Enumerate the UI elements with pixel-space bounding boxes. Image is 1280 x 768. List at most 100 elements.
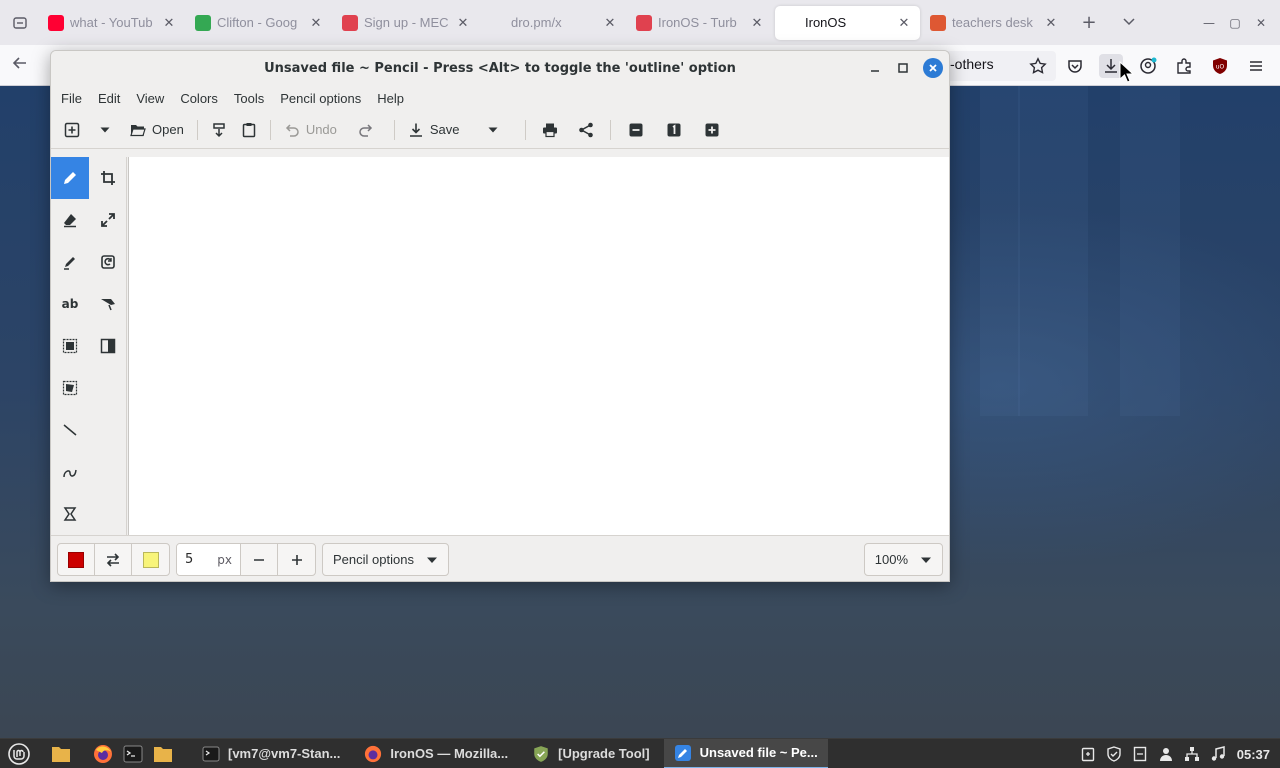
pencil-options-dropdown[interactable]: Pencil options [322, 543, 449, 576]
main-color-button[interactable] [58, 544, 95, 575]
extensions-button[interactable] [1172, 54, 1196, 78]
new-menu-button[interactable] [87, 115, 123, 145]
close-button[interactable] [923, 58, 943, 78]
secondary-color-button[interactable] [132, 544, 169, 575]
minimize-button[interactable]: — [1196, 16, 1222, 30]
size-unit: px [217, 552, 232, 567]
shield-icon [1107, 746, 1121, 762]
tool-pencil[interactable] [51, 157, 89, 199]
tool-scale[interactable] [89, 199, 127, 241]
drawing-canvas[interactable] [128, 157, 949, 535]
firefox-launcher[interactable] [88, 739, 118, 768]
redo-button[interactable] [344, 115, 388, 145]
browser-tab[interactable]: dro.pm/x ✕ [481, 6, 626, 40]
zoom-out-button[interactable] [617, 115, 655, 145]
zoom-original-button[interactable] [655, 115, 693, 145]
taskbar-window-button[interactable]: [vm7@vm7-Stan... [192, 739, 350, 768]
account-button[interactable] [1136, 54, 1160, 78]
window-titlebar[interactable]: Unsaved file ~ Pencil - Press <Alt> to t… [51, 51, 949, 85]
taskbar-window-button[interactable]: [Upgrade Tool] [522, 739, 659, 768]
zoom-dropdown[interactable]: 100% [863, 543, 943, 576]
zoom-in-button[interactable] [693, 115, 731, 145]
mouse-cursor-icon [1119, 61, 1135, 83]
ublock-button[interactable]: uO [1208, 54, 1232, 78]
menu-tools[interactable]: Tools [226, 91, 272, 106]
save-menu-button[interactable] [467, 115, 519, 145]
tool-eraser[interactable] [51, 199, 89, 241]
files-launcher[interactable] [148, 739, 178, 768]
new-image-button[interactable] [57, 115, 87, 145]
close-tab-icon[interactable]: ✕ [161, 15, 177, 31]
plus-icon [291, 554, 302, 565]
user-tray-icon[interactable] [1153, 739, 1179, 768]
notes-tray-icon[interactable] [1127, 739, 1153, 768]
sound-tray-icon[interactable] [1205, 739, 1231, 768]
share-button[interactable] [568, 115, 604, 145]
network-tray-icon[interactable] [1179, 739, 1205, 768]
close-tab-icon[interactable]: ✕ [308, 15, 324, 31]
browser-tab[interactable]: what - YouTub ✕ [40, 6, 185, 40]
tool-filters[interactable] [89, 325, 127, 367]
menu-file[interactable]: File [53, 91, 90, 106]
list-tabs-icon [13, 16, 27, 29]
pencil-app-icon [674, 744, 692, 762]
tool-text[interactable]: ab [51, 283, 89, 325]
save-button[interactable]: Save [401, 115, 467, 145]
close-tab-icon[interactable]: ✕ [602, 15, 618, 31]
browser-tab[interactable]: Clifton - Goog ✕ [187, 6, 332, 40]
close-tab-icon[interactable]: ✕ [1043, 15, 1059, 31]
maximize-button[interactable]: ▢ [1222, 16, 1248, 30]
size-spinbutton[interactable]: 5 px [177, 544, 241, 575]
menu-edit[interactable]: Edit [90, 91, 128, 106]
tool-highlighter[interactable] [51, 241, 89, 283]
menu-colors[interactable]: Colors [172, 91, 226, 106]
undo-button[interactable]: Undo [277, 115, 344, 145]
open-button[interactable]: Open [123, 115, 191, 145]
menu-pencil-options[interactable]: Pencil options [272, 91, 369, 106]
tool-curve[interactable] [51, 451, 89, 493]
tool-rotate[interactable] [89, 241, 127, 283]
taskbar-window-button[interactable]: Unsaved file ~ Pe... [663, 738, 828, 768]
size-decrease-button[interactable] [241, 544, 278, 575]
update-shield-tray-icon[interactable] [1101, 739, 1127, 768]
close-button[interactable]: ✕ [1248, 16, 1274, 30]
menu-view[interactable]: View [128, 91, 172, 106]
menu-help[interactable]: Help [369, 91, 412, 106]
browser-tab[interactable]: IronOS - Turb ✕ [628, 6, 773, 40]
mint-menu-button[interactable] [4, 739, 34, 768]
size-value: 5 [185, 552, 194, 567]
close-tab-icon[interactable]: ✕ [749, 15, 765, 31]
minimize-button[interactable] [861, 57, 889, 79]
close-tab-icon[interactable]: ✕ [455, 15, 471, 31]
tool-rect-select[interactable] [51, 325, 89, 367]
new-tab-button[interactable]: + [1069, 12, 1109, 33]
app-menu-button[interactable] [1244, 54, 1268, 78]
list-all-tabs-button[interactable] [0, 0, 40, 45]
terminal-launcher[interactable] [118, 739, 148, 768]
show-desktop-button[interactable] [46, 739, 76, 768]
size-increase-button[interactable] [278, 544, 315, 575]
bookmark-star-button[interactable] [1026, 54, 1050, 78]
tool-shape[interactable] [51, 493, 89, 535]
pocket-button[interactable] [1063, 54, 1087, 78]
clipboard-tray-icon[interactable] [1075, 739, 1101, 768]
folder-icon [154, 746, 172, 762]
print-button[interactable] [532, 115, 568, 145]
maximize-button[interactable] [889, 57, 917, 79]
zoom-label: 100% [874, 552, 908, 567]
tool-skew[interactable] [89, 283, 127, 325]
import-button[interactable] [204, 115, 234, 145]
back-button[interactable] [12, 55, 28, 76]
browser-tab[interactable]: Sign up - MEC ✕ [334, 6, 479, 40]
tool-free-select[interactable] [51, 367, 89, 409]
tool-line[interactable] [51, 409, 89, 451]
clock[interactable]: 05:37 [1231, 747, 1280, 762]
taskbar-window-button[interactable]: IronOS — Mozilla... [354, 739, 518, 768]
exchange-colors-button[interactable] [95, 544, 132, 575]
tab-overflow-button[interactable] [1109, 12, 1149, 33]
tool-crop[interactable] [89, 157, 127, 199]
browser-tab[interactable]: IronOS ✕ [775, 5, 920, 40]
paste-button[interactable] [234, 115, 264, 145]
browser-tab[interactable]: teachers desk ✕ [922, 6, 1067, 40]
close-tab-icon[interactable]: ✕ [896, 15, 912, 31]
